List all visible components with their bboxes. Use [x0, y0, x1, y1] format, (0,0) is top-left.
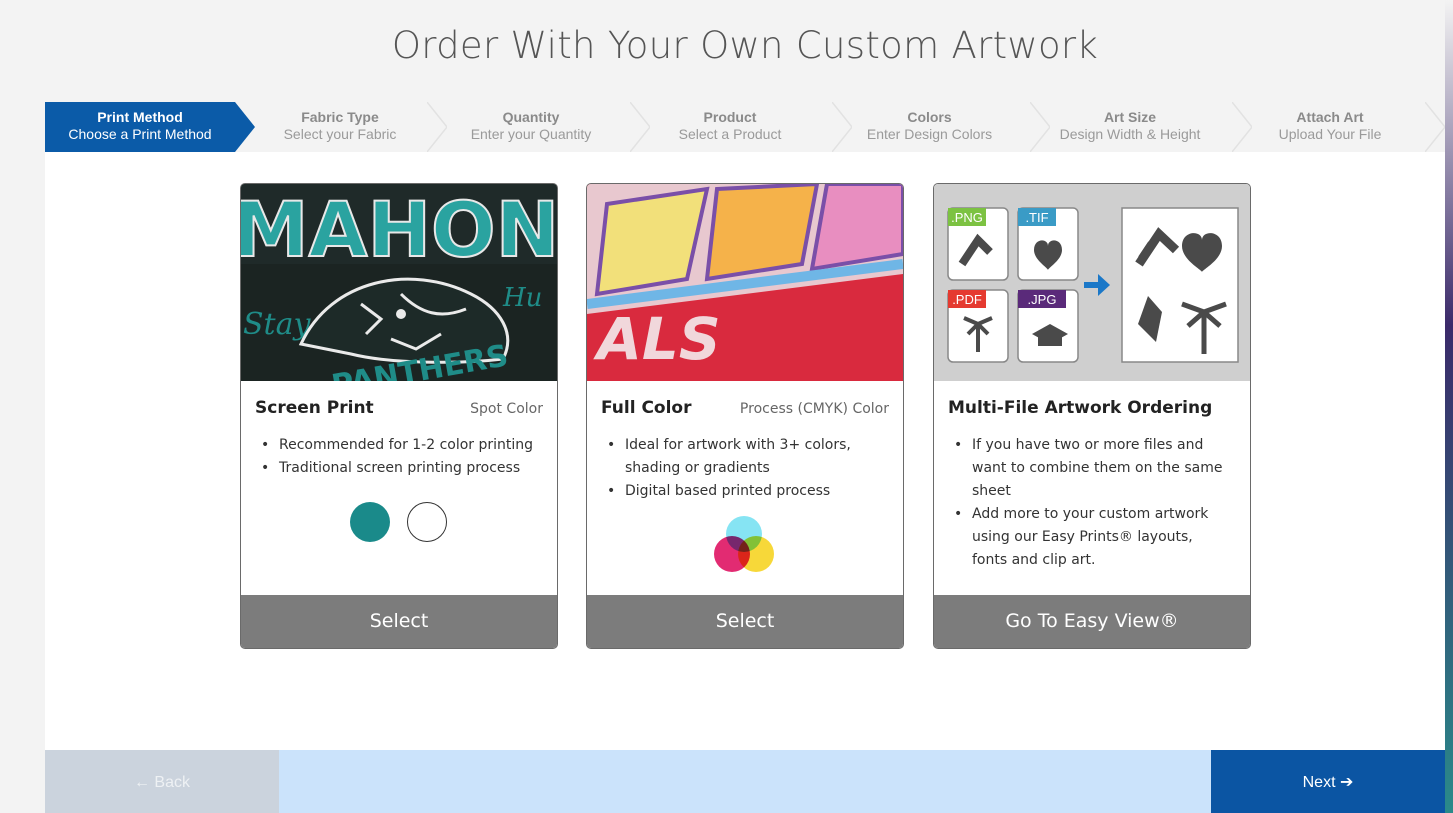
go-to-easy-view-button[interactable]: Go To Easy View® — [934, 595, 1250, 648]
back-button[interactable]: ← Back — [45, 750, 279, 813]
cmyk-circles-icon — [714, 516, 774, 572]
svg-text:ALS: ALS — [593, 305, 721, 373]
card-bullets: Ideal for artwork with 3+ colors, shadin… — [607, 434, 889, 503]
step-title: Attach Art — [1296, 109, 1364, 125]
window-edge — [1445, 0, 1453, 813]
multi-file-card[interactable]: .PNG .TIF .PDF .JPG Multi-File Artwork O… — [933, 183, 1251, 649]
svg-text:Stay: Stay — [243, 307, 311, 342]
step-title: Product — [703, 109, 757, 125]
step-art-size[interactable]: Art Size Design Width & Height — [1050, 102, 1210, 152]
spot-color-swatch-empty — [407, 502, 447, 542]
step-title: Colors — [907, 109, 952, 125]
list-item: Digital based printed process — [607, 480, 889, 503]
image-lettering: MAHONE — [241, 185, 557, 274]
card-header: Screen Print Spot Color — [255, 398, 543, 418]
step-separator — [1425, 102, 1445, 152]
card-header: Multi-File Artwork Ordering — [948, 398, 1236, 418]
card-bullets: If you have two or more files and want t… — [954, 434, 1230, 572]
step-fabric-type[interactable]: Fabric Type Select your Fabric — [255, 102, 425, 152]
pdf-file-icon: .PDF — [947, 289, 1009, 363]
page-title: Order With Your Own Custom Artwork — [391, 24, 1099, 67]
step-title: Fabric Type — [301, 109, 379, 125]
card-tag: Process (CMYK) Color — [739, 401, 889, 417]
step-subtitle: Enter Design Colors — [866, 126, 993, 142]
step-quantity[interactable]: Quantity Enter your Quantity — [447, 102, 615, 152]
step-separator — [832, 102, 852, 152]
list-item: Ideal for artwork with 3+ colors, shadin… — [607, 434, 889, 480]
screen-print-select-button[interactable]: Select — [241, 595, 557, 648]
list-item: Recommended for 1-2 color printing — [261, 434, 543, 457]
card-title: Multi-File Artwork Ordering — [948, 398, 1213, 418]
card-bullets: Recommended for 1-2 color printing Tradi… — [261, 434, 543, 480]
step-print-method[interactable]: Print Method Choose a Print Method — [45, 102, 235, 152]
list-item: Add more to your custom artwork using ou… — [954, 503, 1230, 572]
progress-steps: Print Method Choose a Print Method Fabri… — [45, 102, 1445, 152]
file-type-label: .TIF — [1025, 210, 1048, 225]
step-separator — [1232, 102, 1252, 152]
step-colors[interactable]: Colors Enter Design Colors — [852, 102, 1007, 152]
step-subtitle: Select a Product — [678, 126, 782, 142]
step-product[interactable]: Product Select a Product — [650, 102, 810, 152]
full-color-select-button[interactable]: Select — [587, 595, 903, 648]
file-type-label: .PNG — [951, 210, 983, 225]
full-color-image: ALS — [587, 184, 903, 381]
jpg-file-icon: .JPG — [1017, 289, 1079, 363]
step-separator — [630, 102, 650, 152]
step-separator — [427, 102, 447, 152]
step-active-arrow — [235, 102, 255, 152]
multi-file-image: .PNG .TIF .PDF .JPG — [934, 184, 1250, 381]
file-type-label: .PDF — [952, 292, 982, 307]
svg-text:Hu: Hu — [502, 283, 542, 313]
step-title: Print Method — [97, 109, 183, 125]
footer-bar — [279, 750, 1211, 813]
png-file-icon: .PNG — [947, 207, 1009, 281]
step-subtitle: Enter your Quantity — [470, 126, 592, 142]
screen-print-image: MAHONE Stay Hu PANTHERS — [241, 184, 557, 381]
next-button[interactable]: Next ➔ — [1211, 750, 1445, 813]
step-subtitle: Choose a Print Method — [68, 126, 212, 142]
tif-file-icon: .TIF — [1017, 207, 1079, 281]
step-separator — [1030, 102, 1050, 152]
step-subtitle: Design Width & Height — [1059, 126, 1201, 142]
screen-print-card[interactable]: MAHONE Stay Hu PANTHERS Screen Print Spo… — [240, 183, 558, 649]
spot-color-swatch — [350, 502, 390, 542]
list-item: Traditional screen printing process — [261, 457, 543, 480]
list-item: If you have two or more files and want t… — [954, 434, 1230, 503]
file-type-label: .JPG — [1028, 292, 1057, 307]
step-subtitle: Select your Fabric — [283, 126, 397, 142]
card-title: Screen Print — [255, 398, 374, 418]
step-subtitle: Upload Your File — [1278, 126, 1382, 142]
card-header: Full Color Process (CMYK) Color — [601, 398, 889, 418]
full-color-card[interactable]: ALS Full Color Process (CMYK) Color Idea… — [586, 183, 904, 649]
step-title: Quantity — [502, 109, 560, 125]
step-title: Art Size — [1103, 109, 1157, 125]
card-title: Full Color — [601, 398, 692, 418]
step-attach-art[interactable]: Attach Art Upload Your File — [1260, 102, 1400, 152]
card-tag: Spot Color — [470, 401, 543, 417]
